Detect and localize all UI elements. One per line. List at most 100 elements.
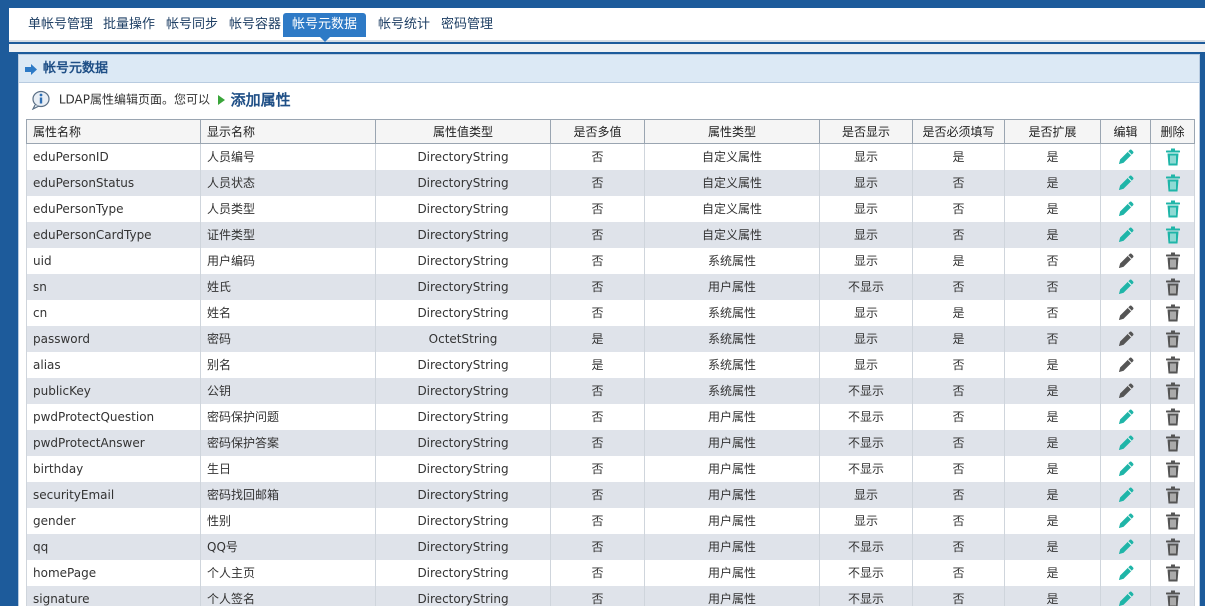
trash-icon[interactable] <box>1163 173 1183 193</box>
pencil-icon[interactable] <box>1116 225 1136 245</box>
trash-icon[interactable] <box>1163 407 1183 427</box>
cell-required: 否 <box>912 403 1005 430</box>
add-attribute-link[interactable]: 添加属性 <box>231 91 291 109</box>
cell-ext: 是 <box>1004 429 1101 456</box>
cell-name: uid <box>26 247 201 274</box>
cell-ext: 否 <box>1004 247 1101 274</box>
cell-ext: 是 <box>1004 351 1101 378</box>
trash-icon[interactable] <box>1163 329 1183 349</box>
trash-icon[interactable] <box>1163 147 1183 167</box>
trash-icon[interactable] <box>1163 433 1183 453</box>
tab-batch-operations[interactable]: 批量操作 <box>94 13 164 37</box>
cell-delete <box>1150 143 1195 170</box>
column-header[interactable]: 显示名称 <box>200 119 376 144</box>
pencil-icon[interactable] <box>1116 355 1136 375</box>
cell-display: 性别 <box>200 507 376 534</box>
cell-attr-type: 用户属性 <box>644 559 820 586</box>
trash-icon[interactable] <box>1163 511 1183 531</box>
pencil-icon[interactable] <box>1116 433 1136 453</box>
cell-delete <box>1150 403 1195 430</box>
column-header[interactable]: 是否显示 <box>819 119 913 144</box>
pencil-icon[interactable] <box>1116 199 1136 219</box>
cell-required: 是 <box>912 143 1005 170</box>
trash-icon[interactable] <box>1163 303 1183 323</box>
cell-value-type: DirectoryString <box>375 533 551 560</box>
trash-icon[interactable] <box>1163 537 1183 557</box>
cell-multi: 否 <box>550 559 645 586</box>
pencil-icon[interactable] <box>1116 537 1136 557</box>
pencil-icon[interactable] <box>1116 381 1136 401</box>
cell-multi: 是 <box>550 351 645 378</box>
trash-icon[interactable] <box>1163 589 1183 606</box>
cell-edit <box>1100 377 1151 404</box>
cell-value-type: DirectoryString <box>375 455 551 482</box>
tab-single-account[interactable]: 单帐号管理 <box>19 13 102 37</box>
column-header[interactable]: 属性值类型 <box>375 119 551 144</box>
trash-icon[interactable] <box>1163 459 1183 479</box>
cell-display: 别名 <box>200 351 376 378</box>
cell-required: 否 <box>912 481 1005 508</box>
info-icon <box>31 90 51 110</box>
cell-display: 个人主页 <box>200 559 376 586</box>
pencil-icon[interactable] <box>1116 251 1136 271</box>
tab-account-container[interactable]: 帐号容器 <box>220 13 290 37</box>
column-header[interactable]: 属性名称 <box>26 119 201 144</box>
trash-icon[interactable] <box>1163 355 1183 375</box>
trash-icon[interactable] <box>1163 563 1183 583</box>
pencil-icon[interactable] <box>1116 563 1136 583</box>
cell-edit <box>1100 533 1151 560</box>
table-row: cn 姓名 DirectoryString 否系统属性 显示是否 <box>26 299 1195 326</box>
cell-delete <box>1150 299 1195 326</box>
cell-name: cn <box>26 299 201 326</box>
table-row: eduPersonID 人员编号 DirectoryString 否自定义属性 显示是是 <box>26 143 1195 170</box>
pencil-icon[interactable] <box>1116 329 1136 349</box>
column-header[interactable]: 是否多值 <box>550 119 645 144</box>
metadata-panel: 帐号元数据 LDAP属性编辑页面。您可以 添加属性 属性名称 显示名称 属性值类… <box>18 54 1200 606</box>
cell-edit <box>1100 325 1151 352</box>
pencil-icon[interactable] <box>1116 511 1136 531</box>
cell-delete <box>1150 429 1195 456</box>
tab-account-sync[interactable]: 帐号同步 <box>157 13 227 37</box>
play-arrow-icon <box>217 94 225 105</box>
cell-display: 人员编号 <box>200 143 376 170</box>
pencil-icon[interactable] <box>1116 303 1136 323</box>
tab-password-management[interactable]: 密码管理 <box>432 13 502 37</box>
trash-icon[interactable] <box>1163 277 1183 297</box>
trash-icon[interactable] <box>1163 251 1183 271</box>
cell-multi: 否 <box>550 429 645 456</box>
cell-value-type: DirectoryString <box>375 169 551 196</box>
pencil-icon[interactable] <box>1116 407 1136 427</box>
cell-edit <box>1100 195 1151 222</box>
cell-show: 不显示 <box>819 455 913 482</box>
table-row: pwdProtectQuestion 密码保护问题 DirectoryString 否… <box>26 403 1195 430</box>
column-header[interactable]: 是否必须填写 <box>912 119 1005 144</box>
cell-required: 是 <box>912 299 1005 326</box>
trash-icon[interactable] <box>1163 225 1183 245</box>
column-header[interactable]: 属性类型 <box>644 119 820 144</box>
cell-edit <box>1100 351 1151 378</box>
cell-multi: 否 <box>550 533 645 560</box>
cell-display: 姓氏 <box>200 273 376 300</box>
column-header[interactable]: 是否扩展 <box>1004 119 1101 144</box>
cell-show: 显示 <box>819 195 913 222</box>
cell-delete <box>1150 247 1195 274</box>
cell-required: 否 <box>912 351 1005 378</box>
pencil-icon[interactable] <box>1116 277 1136 297</box>
trash-icon[interactable] <box>1163 199 1183 219</box>
cell-show: 显示 <box>819 143 913 170</box>
cell-delete <box>1150 533 1195 560</box>
pencil-icon[interactable] <box>1116 173 1136 193</box>
tab-account-metadata[interactable]: 帐号元数据 <box>283 13 367 42</box>
tab-account-statistics[interactable]: 帐号统计 <box>369 13 439 37</box>
pencil-icon[interactable] <box>1116 485 1136 505</box>
pencil-icon[interactable] <box>1116 147 1136 167</box>
cell-name: pwdProtectAnswer <box>26 429 201 456</box>
cell-edit <box>1100 273 1151 300</box>
trash-icon[interactable] <box>1163 485 1183 505</box>
cell-edit <box>1100 169 1151 196</box>
trash-icon[interactable] <box>1163 381 1183 401</box>
pencil-icon[interactable] <box>1116 459 1136 479</box>
pencil-icon[interactable] <box>1116 589 1136 606</box>
cell-required: 否 <box>912 429 1005 456</box>
cell-value-type: OctetString <box>375 325 551 352</box>
